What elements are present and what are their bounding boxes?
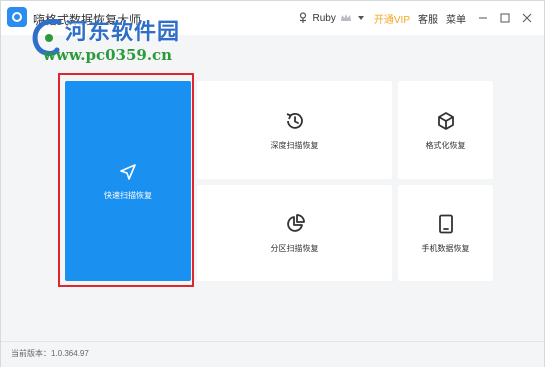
main-content: 快速扫描恢复 深度扫描恢复 格式化恢复 分区扫描恢复 手机数据恢复 <box>1 35 544 341</box>
title-bar-actions: Ruby 开通VIP 客服 菜单 <box>297 1 544 35</box>
deep-scan-card[interactable]: 深度扫描恢复 <box>197 81 392 179</box>
quick-scan-label: 快速扫描恢复 <box>104 190 152 200</box>
maximize-button[interactable] <box>496 9 514 27</box>
dropdown-arrow-icon[interactable] <box>356 13 366 23</box>
deep-scan-label: 深度扫描恢复 <box>270 140 319 150</box>
customer-service-link[interactable]: 客服 <box>418 11 438 26</box>
pie-chart-icon <box>286 213 305 232</box>
phone-recovery-card[interactable]: 手机数据恢复 <box>398 185 493 281</box>
partition-scan-label: 分区扫描恢复 <box>270 243 319 253</box>
tablet-icon <box>438 214 453 233</box>
user-menu[interactable]: Ruby <box>297 12 366 24</box>
title-bar: 嗨格式数据恢复大师 河东软件园 www.pc0359.cn Ruby 开通VIP… <box>1 1 544 64</box>
user-name: Ruby <box>312 12 336 24</box>
app-window: 嗨格式数据恢复大师 河东软件园 www.pc0359.cn Ruby 开通VIP… <box>0 0 545 367</box>
minimize-icon <box>479 17 487 19</box>
open-vip-link[interactable]: 开通VIP <box>374 11 410 26</box>
app-title: 嗨格式数据恢复大师 <box>33 13 142 27</box>
format-recovery-label: 格式化恢复 <box>425 140 466 150</box>
cube-icon <box>437 111 454 130</box>
phone-recovery-label: 手机数据恢复 <box>421 243 470 253</box>
version-text: 当前版本：1.0.364.97 <box>11 349 89 358</box>
quick-scan-card[interactable]: 快速扫描恢复 <box>65 81 191 281</box>
partition-scan-card[interactable]: 分区扫描恢复 <box>197 185 392 281</box>
close-icon <box>522 13 532 23</box>
minimize-button[interactable] <box>474 9 492 27</box>
maximize-icon <box>500 13 510 23</box>
history-clock-icon <box>286 112 303 129</box>
close-button[interactable] <box>518 9 536 27</box>
app-logo-icon <box>7 7 27 27</box>
format-recovery-card[interactable]: 格式化恢复 <box>398 81 493 179</box>
crown-icon <box>340 14 351 21</box>
avatar-icon <box>299 12 306 23</box>
status-bar: 当前版本：1.0.364.97 <box>1 341 544 367</box>
menu-link[interactable]: 菜单 <box>446 11 466 26</box>
send-arrow-icon <box>120 163 136 180</box>
